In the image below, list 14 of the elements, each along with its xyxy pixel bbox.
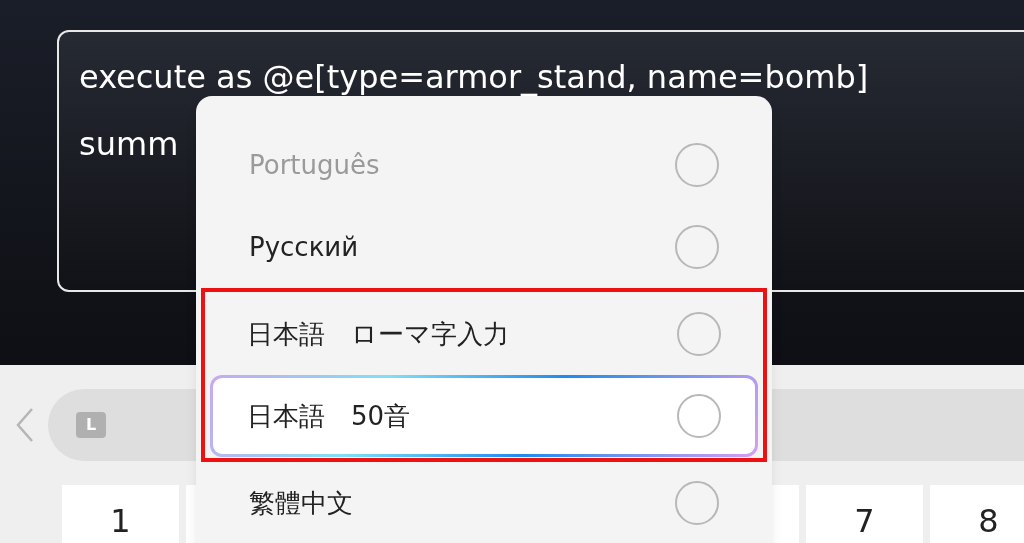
language-option[interactable]: Русский xyxy=(212,206,756,288)
radio-button[interactable] xyxy=(677,394,721,438)
radio-button[interactable] xyxy=(675,225,719,269)
language-option[interactable]: 日本語 ローマ字入力 xyxy=(210,293,758,375)
keyboard-key[interactable]: 1 xyxy=(62,485,179,543)
language-option[interactable]: 日本語 50音 xyxy=(210,375,758,457)
text-line: summ xyxy=(79,124,179,165)
text-line: execute as @e[type=armor_stand, name=bomb] xyxy=(79,57,869,98)
radio-button[interactable] xyxy=(677,312,721,356)
keyboard-key[interactable]: 8 xyxy=(930,485,1024,543)
l-button-hint: L xyxy=(76,412,106,438)
radio-button[interactable] xyxy=(675,481,719,525)
keyboard-key[interactable]: 7 xyxy=(806,485,923,543)
language-option[interactable]: 繁體中文 xyxy=(212,462,756,543)
